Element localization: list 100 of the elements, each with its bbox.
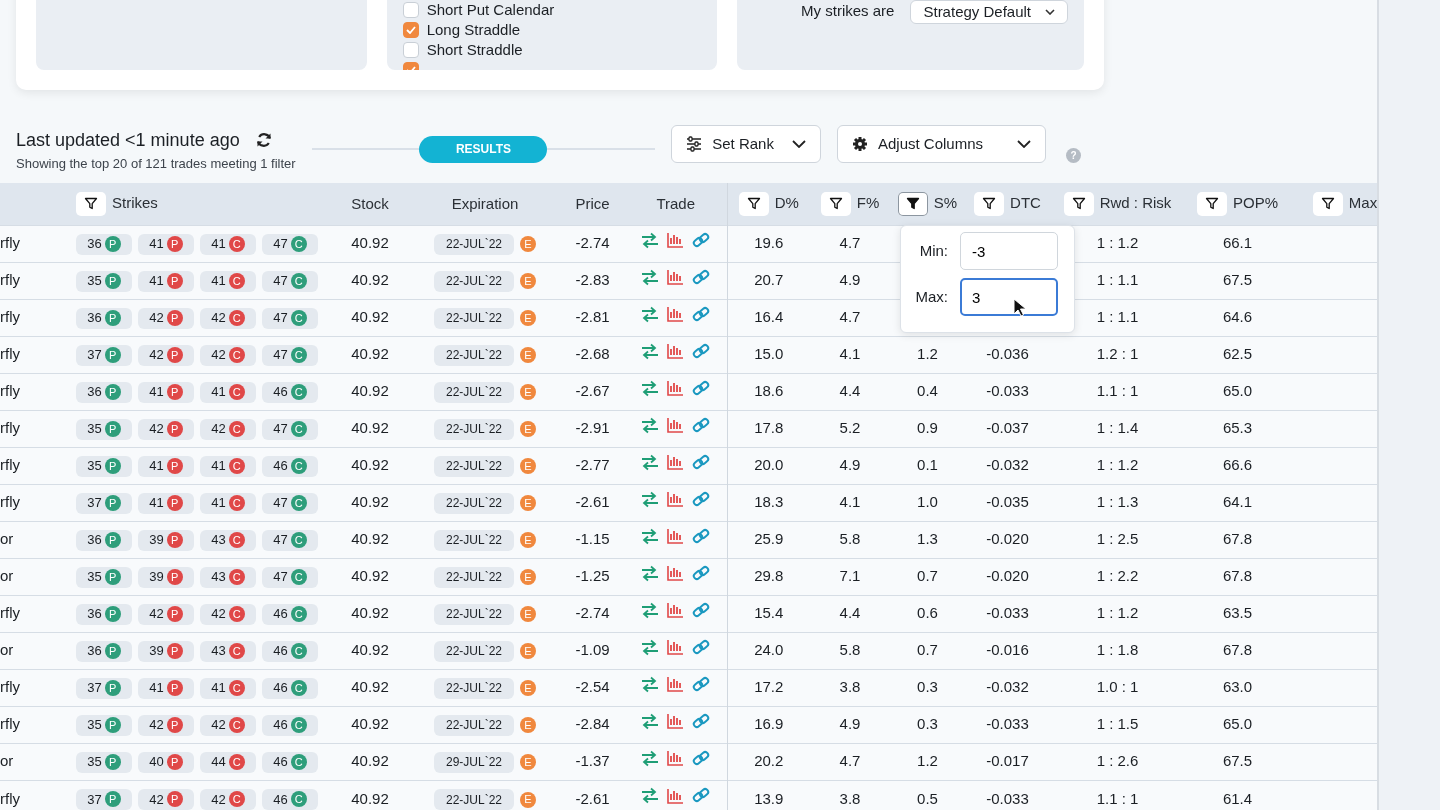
- option-type-dot: P: [104, 384, 121, 400]
- strike-value: 41: [211, 679, 226, 698]
- swap-icon[interactable]: [641, 787, 660, 804]
- strikes-select[interactable]: Strategy Default: [910, 0, 1068, 24]
- value-cell: 13.9: [754, 789, 784, 807]
- stock-price: 40.92: [351, 567, 389, 585]
- filter-icon: [746, 197, 761, 211]
- filter-button[interactable]: [1197, 191, 1227, 216]
- column-header[interactable]: Expiration: [451, 194, 519, 212]
- column-header[interactable]: S%: [933, 193, 958, 211]
- swap-icon[interactable]: [641, 453, 660, 471]
- link-icon[interactable]: [692, 712, 711, 730]
- filter-button[interactable]: [820, 191, 851, 216]
- strike-value: 46: [273, 642, 288, 661]
- swap-icon[interactable]: [641, 564, 660, 582]
- chart-icon[interactable]: [667, 639, 685, 656]
- link-icon[interactable]: [692, 342, 711, 360]
- chart-icon[interactable]: [667, 380, 685, 397]
- swap-icon[interactable]: [641, 490, 660, 508]
- link-icon[interactable]: [692, 453, 711, 471]
- checkbox-label: Short Put Calendar: [426, 0, 555, 20]
- chart-icon[interactable]: [667, 491, 685, 508]
- filter-button[interactable]: [974, 191, 1005, 216]
- filter-button[interactable]: [738, 191, 769, 216]
- swap-icon[interactable]: [641, 305, 660, 323]
- filter-button[interactable]: [1312, 191, 1343, 216]
- filter-button[interactable]: [897, 191, 928, 216]
- column-header[interactable]: Strikes: [112, 193, 158, 211]
- strategy-name: rfly: [0, 271, 20, 289]
- column-header[interactable]: Trade: [656, 194, 696, 212]
- link-icon[interactable]: [692, 787, 711, 804]
- chart-icon[interactable]: [667, 343, 685, 360]
- chart-icon[interactable]: [667, 528, 685, 545]
- stock-price: 40.92: [351, 493, 389, 511]
- swap-icon[interactable]: [641, 231, 660, 249]
- strike-value: 37: [87, 679, 102, 698]
- value-cell: -0.033: [986, 789, 1029, 807]
- refresh-icon[interactable]: [255, 132, 272, 148]
- trade-price: -2.91: [575, 419, 610, 437]
- link-icon[interactable]: [692, 416, 711, 434]
- swap-icon[interactable]: [641, 638, 660, 656]
- swap-icon[interactable]: [641, 268, 660, 286]
- checkbox[interactable]: [402, 22, 419, 38]
- column-header[interactable]: F%: [856, 193, 880, 211]
- link-icon[interactable]: [692, 527, 711, 545]
- number-field[interactable]: -3: [960, 232, 1058, 270]
- link-icon[interactable]: [692, 305, 711, 323]
- chart-icon[interactable]: [667, 676, 685, 693]
- checkbox[interactable]: [402, 2, 419, 18]
- checkbox[interactable]: [402, 42, 419, 58]
- chart-icon[interactable]: [667, 787, 685, 804]
- link-icon[interactable]: [692, 564, 711, 582]
- column-header[interactable]: DTC: [1010, 193, 1041, 211]
- link-icon[interactable]: [692, 268, 711, 286]
- swap-icon[interactable]: [641, 712, 660, 730]
- link-icon[interactable]: [692, 749, 711, 767]
- option-type-dot: C: [228, 606, 245, 622]
- chart-icon[interactable]: [667, 306, 685, 323]
- value-cell: 4.1: [839, 493, 861, 511]
- swap-icon[interactable]: [641, 601, 660, 619]
- chart-icon[interactable]: [667, 713, 685, 730]
- set-rank-button[interactable]: Set Rank: [671, 125, 821, 163]
- link-icon[interactable]: [692, 379, 711, 397]
- swap-icon[interactable]: [641, 749, 660, 767]
- link-icon[interactable]: [692, 601, 711, 619]
- chart-icon[interactable]: [667, 750, 685, 767]
- chart-icon[interactable]: [667, 232, 685, 249]
- chart-icon[interactable]: [667, 269, 685, 286]
- option-type-dot: P: [166, 273, 183, 289]
- strike-value: 41: [149, 383, 164, 402]
- link-icon[interactable]: [692, 675, 711, 693]
- number-field[interactable]: 3: [960, 278, 1058, 316]
- strike-value: 46: [273, 753, 288, 772]
- swap-icon[interactable]: [641, 379, 660, 397]
- adjust-columns-button[interactable]: Adjust Columns: [836, 125, 1046, 163]
- strike-value: 42: [211, 346, 226, 365]
- earnings-badge: E: [520, 606, 536, 623]
- column-header[interactable]: POP%: [1233, 193, 1278, 211]
- link-icon[interactable]: [692, 638, 711, 656]
- chart-icon[interactable]: [667, 417, 685, 434]
- filter-button[interactable]: [76, 191, 106, 216]
- swap-icon[interactable]: [641, 342, 660, 360]
- swap-icon[interactable]: [641, 527, 660, 545]
- link-icon[interactable]: [692, 231, 711, 249]
- column-header[interactable]: D%: [774, 193, 799, 211]
- chart-icon[interactable]: [667, 454, 685, 471]
- value-cell: 17.8: [754, 419, 784, 437]
- strike-value: 42: [211, 605, 226, 624]
- filter-button[interactable]: [1063, 191, 1094, 216]
- column-header[interactable]: Max: [1348, 193, 1377, 211]
- chart-icon[interactable]: [667, 602, 685, 619]
- link-icon[interactable]: [692, 490, 711, 508]
- option-type-dot: C: [290, 643, 307, 659]
- swap-icon[interactable]: [641, 416, 660, 434]
- value-cell: 0.1: [917, 456, 938, 474]
- strategy-name: rfly: [0, 789, 20, 807]
- chart-icon[interactable]: [667, 565, 685, 582]
- option-type-dot: P: [104, 273, 121, 289]
- swap-icon[interactable]: [641, 675, 660, 693]
- strike-value: 47: [273, 494, 288, 513]
